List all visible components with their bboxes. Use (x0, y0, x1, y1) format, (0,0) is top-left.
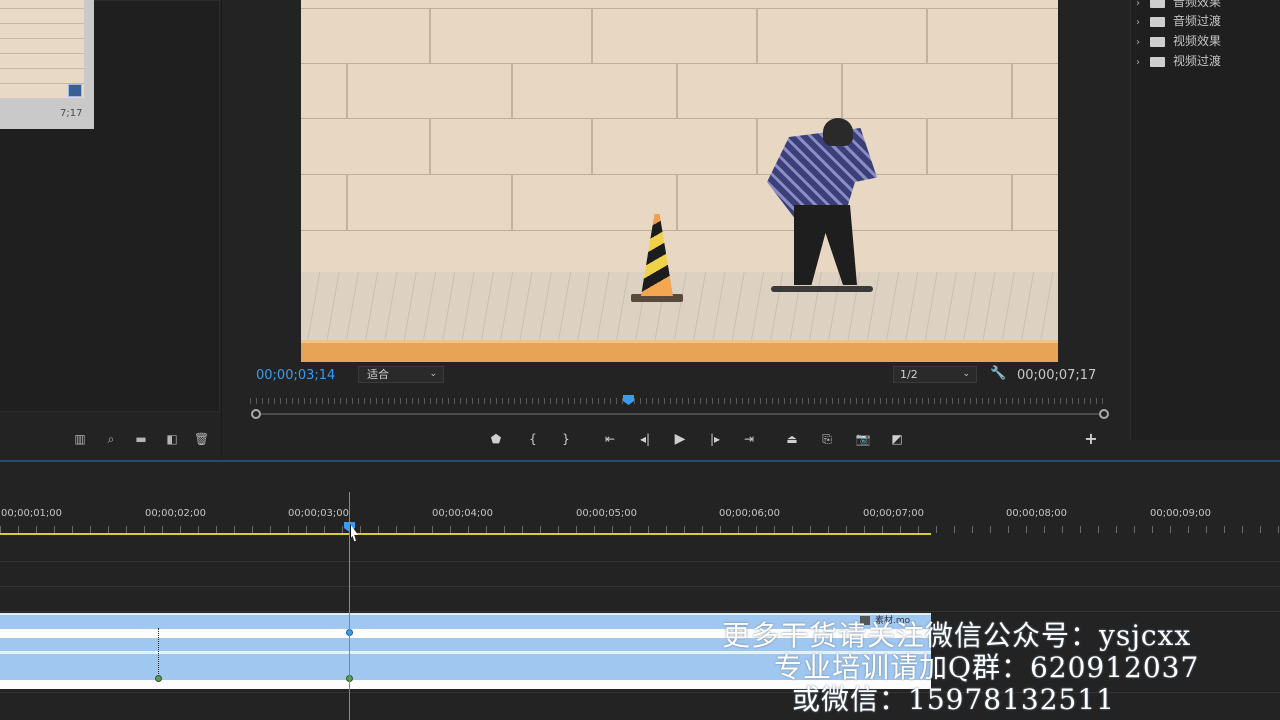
effects-item-audio-transitions[interactable]: › 音频过渡 (1136, 13, 1221, 29)
chevron-right-icon: › (1136, 37, 1140, 48)
video-track-area[interactable] (0, 537, 1280, 611)
effects-item-audio-effects[interactable]: › 音频效果 (1136, 0, 1221, 10)
ruler-label: 00;00;05;00 (576, 508, 638, 519)
duration-timecode: 00;00;07;17 (1017, 368, 1097, 383)
zoom-bar-left-handle[interactable] (251, 409, 261, 419)
effects-item-label: 音频效果 (1173, 0, 1222, 9)
ruler-label: 00;00;04;00 (432, 508, 494, 519)
step-back-icon[interactable]: ◂| (635, 430, 655, 448)
new-bin-icon[interactable]: ▬ (134, 432, 148, 446)
chevron-right-icon: › (1136, 0, 1140, 9)
timeline-ruler[interactable] (0, 526, 1280, 533)
trash-icon[interactable]: 🗑 (194, 432, 209, 446)
effects-item-label: 视频效果 (1173, 34, 1222, 48)
chevron-right-icon: › (1136, 57, 1140, 68)
go-to-out-icon[interactable]: ⇥ (739, 430, 759, 448)
effects-item-video-transitions[interactable]: › 视频过渡 (1136, 53, 1221, 69)
zoom-bar-right-handle[interactable] (1099, 409, 1109, 419)
list-view-icon[interactable]: ▥ (73, 432, 87, 446)
search-icon[interactable]: ⌕ (104, 432, 118, 446)
playback-resolution-select[interactable]: 1/2 ⌄ (893, 366, 977, 383)
ruler-label: 00;00;01;00 (1, 508, 63, 519)
folder-icon (1150, 36, 1165, 47)
ruler-label: 00;00;08;00 (1006, 508, 1068, 519)
effects-item-video-effects[interactable]: › 视频效果 (1136, 33, 1221, 49)
add-marker-icon[interactable]: ⬟ (486, 430, 506, 448)
keyframe[interactable] (155, 675, 162, 682)
zoom-level-select[interactable]: 适合 ⌄ (358, 366, 444, 383)
effects-item-label: 视频过渡 (1173, 54, 1222, 68)
chevron-right-icon: › (1136, 17, 1140, 28)
chevron-down-icon: ⌄ (962, 369, 970, 379)
watermark-line-3: 或微信：15978132511 (792, 683, 1115, 716)
resolution-value: 1/2 (900, 368, 918, 381)
ruler-label: 00;00;07;00 (863, 508, 925, 519)
new-item-icon[interactable]: ◧ (165, 432, 179, 446)
comparison-view-icon[interactable]: ◩ (887, 430, 907, 448)
ruler-label: 00;00;03;00 (288, 508, 350, 519)
monitor-zoom-bar[interactable] (256, 413, 1104, 415)
monitor-time-ruler[interactable] (250, 398, 1108, 404)
wrench-icon[interactable]: 🔧 (990, 366, 1006, 381)
extract-icon[interactable]: ⎘ (817, 430, 837, 448)
go-to-in-icon[interactable]: ⇤ (600, 430, 620, 448)
mark-in-icon[interactable]: { (523, 430, 543, 448)
mark-out-icon[interactable]: } (556, 430, 576, 448)
step-forward-icon[interactable]: |▸ (705, 430, 725, 448)
chevron-down-icon: ⌄ (429, 369, 437, 379)
ruler-label: 00;00;06;00 (719, 508, 781, 519)
program-video-frame (301, 0, 1058, 362)
folder-icon (1150, 0, 1165, 8)
play-icon[interactable]: ▶ (670, 430, 690, 448)
clip-thumbnail[interactable]: 7;17 (0, 0, 94, 129)
work-area-bar[interactable] (0, 533, 931, 535)
folder-icon (1150, 16, 1165, 27)
ruler-label: 00;00;09;00 (1150, 508, 1212, 519)
folder-icon (1150, 56, 1165, 67)
zoom-level-value: 适合 (367, 368, 389, 381)
button-editor-add-icon[interactable]: + (1081, 430, 1101, 448)
ruler-label: 00;00;02;00 (145, 508, 207, 519)
playhead-timecode[interactable]: 00;00;03;14 (256, 368, 335, 383)
thumbnail-duration: 7;17 (60, 108, 83, 119)
sequence-badge-icon (68, 84, 82, 97)
effects-item-label: 音频过渡 (1173, 14, 1222, 28)
export-frame-icon[interactable]: 📷 (853, 430, 873, 448)
lift-icon[interactable]: ⏏ (782, 430, 802, 448)
